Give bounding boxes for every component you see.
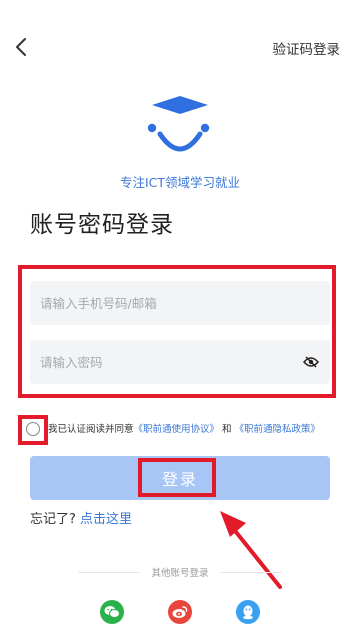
agreement-conjunction: 和	[222, 424, 232, 435]
chevron-left-icon	[16, 38, 26, 56]
qq-icon	[243, 605, 253, 620]
slogan: 专注ICT领域学习就业	[119, 175, 241, 190]
qq-login-button[interactable]	[236, 600, 260, 624]
forgot-prefix: 忘记了?	[30, 512, 76, 527]
privacy-policy-link[interactable]: 《职前通隐私政策》	[235, 424, 321, 435]
app-logo	[140, 92, 220, 170]
forgot-password-row: 忘记了? 点击这里	[30, 508, 132, 527]
back-button[interactable]	[8, 30, 34, 64]
graduation-cap-smiley-logo	[147, 96, 210, 152]
annotation-box-checkbox	[18, 415, 48, 445]
divider-right	[220, 572, 282, 573]
user-agreement-link[interactable]: 《职前通使用协议》	[134, 424, 220, 435]
wechat-login-button[interactable]	[100, 600, 124, 624]
weibo-icon	[172, 606, 188, 618]
agreement-text: 我已认证阅读并同意《职前通使用协议》和《职前通隐私政策》	[48, 421, 320, 435]
agreement-prefix: 我已认证阅读并同意	[48, 424, 134, 435]
other-login-label: 其他账号登录	[151, 568, 209, 579]
weibo-login-button[interactable]	[168, 600, 192, 624]
annotation-arrow	[220, 511, 282, 589]
annotation-box-inputs	[18, 265, 336, 398]
annotation-box-login	[138, 458, 216, 497]
sms-login-link[interactable]: 验证码登录	[273, 38, 341, 58]
wechat-icon	[104, 606, 120, 618]
page-title: 账号密码登录	[30, 212, 174, 238]
forgot-password-link[interactable]: 点击这里	[80, 512, 132, 527]
